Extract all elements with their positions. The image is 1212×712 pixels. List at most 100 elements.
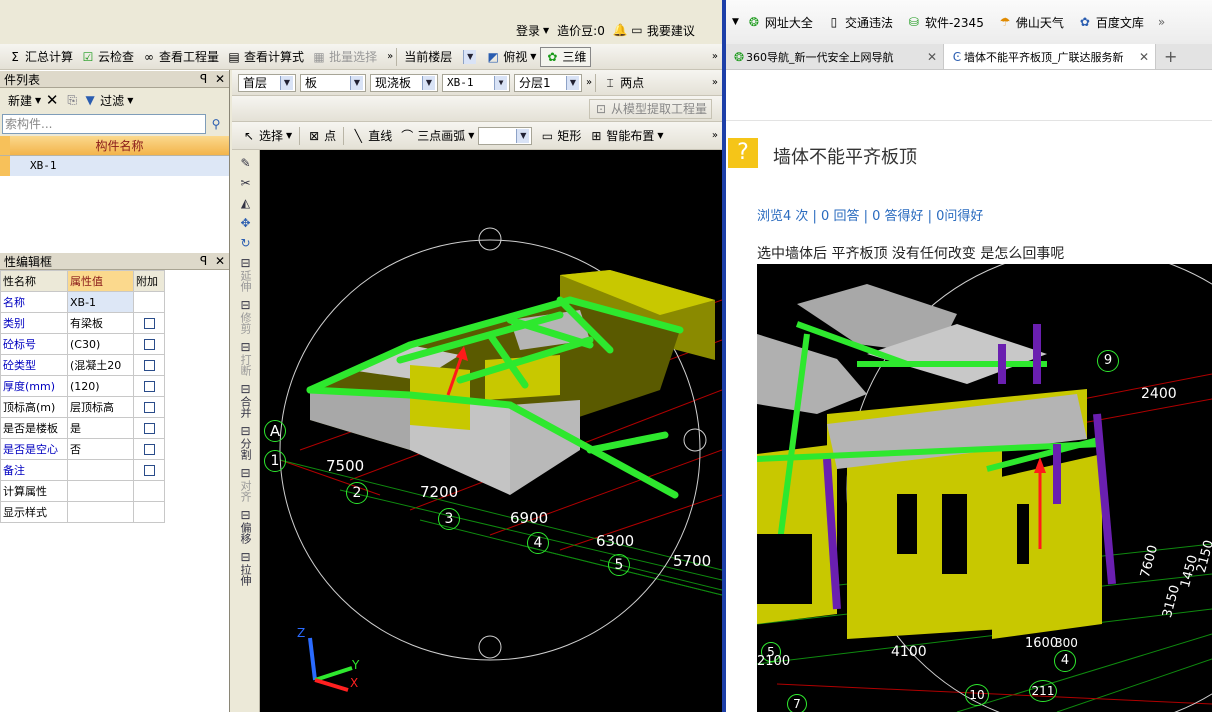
scissors-icon[interactable]: ✂	[239, 176, 253, 190]
property-row[interactable]: 计算属性	[0, 480, 165, 502]
3d-button[interactable]: ✿ 三维	[540, 46, 592, 67]
view-formula-button[interactable]: ▤ 查看计算式	[223, 47, 308, 67]
3d-viewport[interactable]: A 1 2 3 4 5 7500 7200 6900 6300 5700 Z Y…	[260, 150, 722, 712]
pin-icon[interactable]: ꟼ	[200, 72, 207, 86]
select-button[interactable]: ↖ 选择 ▼	[238, 126, 296, 146]
property-value[interactable]: 有梁板	[67, 312, 134, 334]
rect-button[interactable]: ▭ 矩形	[536, 126, 585, 146]
two-points-button[interactable]: ⌶ 两点	[599, 73, 648, 93]
favorites-bar: ▼ ❂ 网址大全 ▯ 交通违法 ⛁ 软件-2345 ☂ 佛山天气 ✿ 百度文库 »	[726, 0, 1212, 44]
line-button[interactable]: ╲ 直线	[347, 126, 396, 146]
pin-icon[interactable]: ꟼ	[200, 254, 207, 268]
favorite-link[interactable]: ▯ 交通违法	[827, 14, 893, 31]
point-button[interactable]: ⊠ 点	[303, 126, 340, 146]
suggest-button[interactable]: 🔔 ▭ 我要建议	[609, 20, 699, 40]
subtype-select[interactable]: 现浇板 ▼	[370, 73, 438, 92]
vertical-tool-button[interactable]: ⊟ 延伸	[239, 256, 253, 292]
favorite-link[interactable]: ⛁ 软件-2345	[907, 14, 984, 31]
rotate-icon[interactable]: ↻	[239, 236, 253, 250]
property-value[interactable]: 是	[67, 417, 134, 439]
checkbox[interactable]	[143, 360, 155, 371]
extract-quantity-button[interactable]: ⊡ 从模型提取工程量	[588, 98, 712, 119]
vertical-tool-button[interactable]: ⊟ 分割	[239, 424, 253, 460]
search-icon[interactable]: ⚲	[209, 117, 223, 131]
smart-layout-button[interactable]: ⊞ 智能布置 ▼	[585, 126, 667, 146]
favorite-link[interactable]: ✿ 百度文库	[1078, 14, 1144, 31]
filter-button[interactable]: ▼ 过滤 ▼	[79, 90, 137, 110]
login-button[interactable]: 登录 ▼	[512, 20, 553, 40]
vertical-tool-button[interactable]: ⊟ 偏移	[239, 508, 253, 544]
chevron-down-icon[interactable]: ▼	[732, 17, 739, 27]
view-quantity-button[interactable]: ∞ 查看工程量	[138, 47, 223, 67]
cloud-check-button[interactable]: ☑ 云检查	[77, 47, 138, 67]
building-model[interactable]	[306, 270, 715, 499]
question-image[interactable]: 9 2400 4100 1600 300 4 10 211 7 5 2100 3…	[757, 264, 1212, 712]
copy-icon[interactable]: ⎘	[65, 93, 79, 107]
top-view-button[interactable]: ◩ 俯视 ▼	[482, 47, 540, 67]
property-value[interactable]: 层顶标高	[67, 396, 134, 418]
vertical-tool-button[interactable]: ⊟ 修剪	[239, 298, 253, 334]
axis-label-5: 5	[608, 554, 630, 576]
new-tab-button[interactable]: +	[1156, 47, 1185, 66]
close-icon[interactable]: ✕	[1139, 50, 1149, 64]
tab-question[interactable]: Ͼ 墙体不能平齐板顶_广联达服务新 ✕	[944, 44, 1156, 69]
vertical-tool-button[interactable]: ⊟ 对齐	[239, 466, 253, 502]
brush-icon[interactable]: ✎	[239, 156, 253, 170]
property-row[interactable]: 类别 有梁板	[0, 312, 165, 334]
property-value[interactable]	[67, 459, 134, 481]
property-row[interactable]: 砼标号 (C30)	[0, 333, 165, 355]
dimension-label: 7200	[420, 483, 459, 501]
close-icon[interactable]: ✕	[215, 254, 225, 268]
tab-360-nav[interactable]: ❂ 360导航_新一代安全上网导航 ✕	[726, 44, 944, 69]
checkbox[interactable]	[143, 423, 155, 434]
batch-select-button[interactable]: ▦ 批量选择	[308, 47, 381, 67]
vertical-tool-button[interactable]: ⊟ 拉伸	[239, 550, 253, 586]
image-label: 10	[965, 684, 989, 706]
favorite-link[interactable]: ❂ 网址大全	[747, 14, 813, 31]
property-value[interactable]: (C30)	[67, 333, 134, 355]
checkbox[interactable]	[143, 465, 155, 476]
favorite-link[interactable]: ☂ 佛山天气	[998, 14, 1063, 31]
summary-calc-button[interactable]: Σ 汇总计算	[4, 47, 77, 67]
checkbox[interactable]	[143, 381, 155, 392]
checkbox[interactable]	[143, 444, 155, 455]
property-value[interactable]	[67, 501, 134, 523]
property-row[interactable]: 顶标高(m) 层顶标高	[0, 396, 165, 418]
checkbox[interactable]	[143, 339, 155, 350]
orbit-handle[interactable]	[478, 227, 502, 251]
property-row[interactable]: 备注	[0, 459, 165, 481]
arc-button[interactable]: ⌒ 三点画弧 ▼	[396, 126, 478, 146]
vertical-tool-button[interactable]: ⊟ 合并	[239, 382, 253, 418]
search-input[interactable]: 索构件...	[2, 114, 206, 134]
checkbox[interactable]	[143, 318, 155, 329]
layer-select[interactable]: 分层1 ▼	[514, 73, 582, 92]
floor-select[interactable]: 首层 ▼	[238, 73, 296, 92]
property-value[interactable]: (120)	[67, 375, 134, 397]
property-value[interactable]: 否	[67, 438, 134, 460]
new-button[interactable]: 新建 ▼	[4, 90, 45, 110]
type-select[interactable]: 板 ▼	[300, 73, 366, 92]
property-value[interactable]: XB-1	[67, 291, 134, 313]
property-row[interactable]: 厚度(mm) (120)	[0, 375, 165, 397]
orbit-handle[interactable]	[478, 635, 502, 659]
arc-mode-select[interactable]: ▼	[478, 126, 533, 145]
component-select[interactable]: XB-1 ▼	[442, 73, 510, 92]
orbit-handle[interactable]	[683, 428, 707, 452]
property-row[interactable]: 是否是楼板是	[0, 417, 165, 439]
property-value[interactable]	[67, 480, 134, 502]
more-icon[interactable]: »	[1158, 15, 1165, 29]
property-row[interactable]: 显示样式	[0, 501, 165, 523]
move-icon[interactable]: ✥	[239, 216, 253, 230]
vertical-tool-button[interactable]: ⊟ 打断	[239, 340, 253, 376]
delete-icon[interactable]: ✕	[45, 93, 59, 108]
property-row[interactable]: 名称 XB-1	[0, 291, 165, 313]
list-item[interactable]: XB-1	[0, 156, 229, 176]
property-row[interactable]: 砼类型 (混凝土20	[0, 354, 165, 376]
mirror-icon[interactable]: ◭	[239, 196, 253, 210]
property-value[interactable]: (混凝土20	[67, 354, 134, 376]
close-icon[interactable]: ✕	[215, 72, 225, 86]
close-icon[interactable]: ✕	[927, 50, 937, 64]
checkbox[interactable]	[143, 402, 155, 413]
property-row[interactable]: 是否是空心否	[0, 438, 165, 460]
current-floor-select[interactable]: 当前楼层 ▼	[400, 48, 478, 66]
